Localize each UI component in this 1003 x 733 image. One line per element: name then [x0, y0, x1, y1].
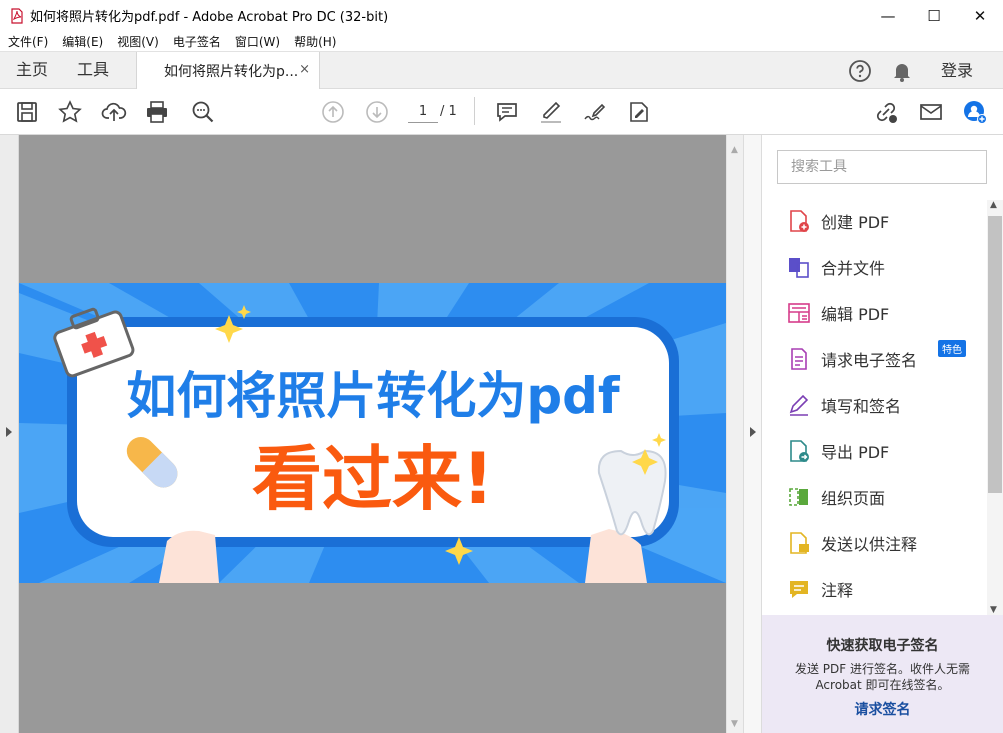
pdf-page-image: 如何将照片转化为pdf 看过来! — [19, 283, 726, 583]
window-title: 如何将照片转化为pdf.pdf - Adobe Acrobat Pro DC (… — [30, 10, 389, 25]
tools-scrollbar[interactable]: ▲ ▼ — [987, 200, 1003, 615]
send-comments-icon — [787, 531, 811, 555]
menu-help[interactable]: 帮助(H) — [294, 33, 336, 50]
scroll-down-arrow-icon[interactable]: ▼ — [731, 719, 738, 729]
comment-icon[interactable] — [494, 99, 520, 125]
tools-scroll-up-icon[interactable]: ▲ — [990, 200, 997, 210]
combine-files-icon — [787, 255, 811, 279]
promo-title: 快速获取电子签名 — [826, 638, 939, 654]
tab-home[interactable]: 主页 — [16, 52, 48, 89]
zoom-search-icon[interactable] — [190, 99, 216, 125]
close-window-button[interactable]: ✕ — [957, 0, 1003, 31]
minimize-icon: — — [880, 6, 896, 25]
fill-sign-pen-icon — [787, 393, 811, 417]
page-number-input[interactable]: 1 — [408, 101, 438, 123]
search-tools-input[interactable]: 搜索工具 — [777, 150, 987, 184]
sign-pen-icon[interactable] — [582, 99, 608, 125]
page-total: / 1 — [440, 104, 457, 119]
fill-sign-icon[interactable] — [626, 99, 652, 125]
tool-send-for-comments[interactable]: 发送以供注释 — [762, 520, 986, 566]
banner-headline: 如何将照片转化为pdf — [126, 367, 621, 425]
menu-window[interactable]: 窗口(W) — [235, 33, 280, 50]
right-panel-toggle[interactable] — [743, 135, 762, 733]
add-user-icon[interactable] — [962, 99, 988, 125]
tool-label: 组织页面 — [821, 489, 886, 508]
document-viewer: 如何将照片转化为pdf 看过来! — [19, 135, 726, 733]
acrobat-pdf-icon — [10, 7, 24, 24]
maximize-button[interactable]: ☐ — [911, 0, 957, 31]
viewer-scrollbar[interactable]: ▲ ▼ — [726, 135, 743, 733]
minimize-button[interactable]: — — [865, 0, 911, 31]
create-pdf-icon — [787, 209, 811, 233]
toolbar-divider — [474, 97, 475, 125]
tool-request-esign[interactable]: 请求电子签名 特色 — [762, 336, 986, 382]
tools-scroll-down-icon[interactable]: ▼ — [990, 605, 997, 615]
previous-page-icon[interactable] — [320, 99, 346, 125]
expand-left-arrow-icon — [6, 427, 12, 437]
tool-label: 注释 — [821, 581, 854, 600]
promo-body: 发送 PDF 进行签名。收件人无需 Acrobat 即可在线签名。 — [794, 662, 970, 692]
request-esign-icon — [787, 347, 811, 371]
tool-comment[interactable]: 注释 — [762, 566, 986, 612]
menu-bar: 文件(F) 编辑(E) 视图(V) 电子签名 窗口(W) 帮助(H) — [0, 31, 1003, 51]
maximize-icon: ☐ — [927, 6, 941, 25]
tool-create-pdf[interactable]: 创建 PDF — [762, 198, 986, 244]
esign-promo: 快速获取电子签名 发送 PDF 进行签名。收件人无需 Acrobat 即可在线签… — [762, 615, 1003, 733]
toolbar: 1 / 1 — [0, 89, 1003, 135]
help-circle-icon[interactable] — [848, 59, 872, 83]
menu-edit[interactable]: 编辑(E) — [62, 33, 103, 50]
tool-label: 填写和签名 — [821, 397, 902, 416]
menu-file[interactable]: 文件(F) — [8, 33, 48, 50]
share-link-icon[interactable] — [873, 99, 899, 125]
tool-label: 发送以供注释 — [821, 535, 918, 554]
tool-organize-pages[interactable]: 组织页面 — [762, 474, 986, 520]
tools-scroll-thumb[interactable] — [988, 216, 1002, 493]
left-panel-toggle[interactable] — [0, 135, 19, 733]
export-pdf-icon — [787, 439, 811, 463]
tool-combine-files[interactable]: 合并文件 — [762, 244, 986, 290]
tool-list: 创建 PDF 合并文件 编辑 PDF 请求电子签名 特色 填写和签名 导出 PD… — [762, 198, 986, 612]
bell-icon[interactable] — [890, 59, 914, 83]
menu-view[interactable]: 视图(V) — [117, 33, 159, 50]
tool-label: 编辑 PDF — [821, 305, 890, 324]
highlight-pen-icon[interactable] — [538, 99, 564, 125]
save-icon[interactable] — [14, 99, 40, 125]
menu-esign[interactable]: 电子签名 — [173, 33, 221, 50]
tool-fill-sign[interactable]: 填写和签名 — [762, 382, 986, 428]
tab-tools[interactable]: 工具 — [77, 52, 109, 89]
edit-pdf-icon — [787, 301, 811, 325]
tools-panel: 搜索工具 创建 PDF 合并文件 编辑 PDF 请求电子签名 特色 填写和签名 … — [762, 135, 1003, 733]
bookmark-star-icon[interactable] — [57, 99, 83, 125]
tab-document[interactable]: 如何将照片转化为p... × — [136, 52, 320, 90]
tab-close-button[interactable]: × — [299, 62, 310, 77]
tool-label: 请求电子签名 — [821, 351, 918, 370]
tool-label: 创建 PDF — [821, 213, 890, 232]
tool-edit-pdf[interactable]: 编辑 PDF — [762, 290, 986, 336]
banner-subline: 看过来! — [252, 438, 494, 520]
title-bar: 如何将照片转化为pdf.pdf - Adobe Acrobat Pro DC (… — [0, 0, 1003, 31]
tool-label: 导出 PDF — [821, 443, 890, 462]
upload-cloud-icon[interactable] — [101, 99, 127, 125]
next-page-icon[interactable] — [364, 99, 390, 125]
scroll-up-arrow-icon[interactable]: ▲ — [731, 145, 738, 155]
organize-pages-icon — [787, 485, 811, 509]
tab-document-label: 如何将照片转化为p... — [164, 64, 299, 80]
tool-export-pdf[interactable]: 导出 PDF — [762, 428, 986, 474]
close-icon: ✕ — [973, 6, 987, 25]
request-signature-link[interactable]: 请求签名 — [762, 699, 1003, 719]
collapse-right-arrow-icon — [750, 427, 756, 437]
email-icon[interactable] — [918, 99, 944, 125]
comment-tool-icon — [787, 577, 811, 601]
featured-badge: 特色 — [938, 340, 966, 357]
tab-bar: 主页 工具 如何将照片转化为p... × 登录 — [0, 51, 1003, 90]
login-button[interactable]: 登录 — [941, 52, 973, 89]
tool-label: 合并文件 — [821, 259, 886, 278]
print-icon[interactable] — [144, 99, 170, 125]
